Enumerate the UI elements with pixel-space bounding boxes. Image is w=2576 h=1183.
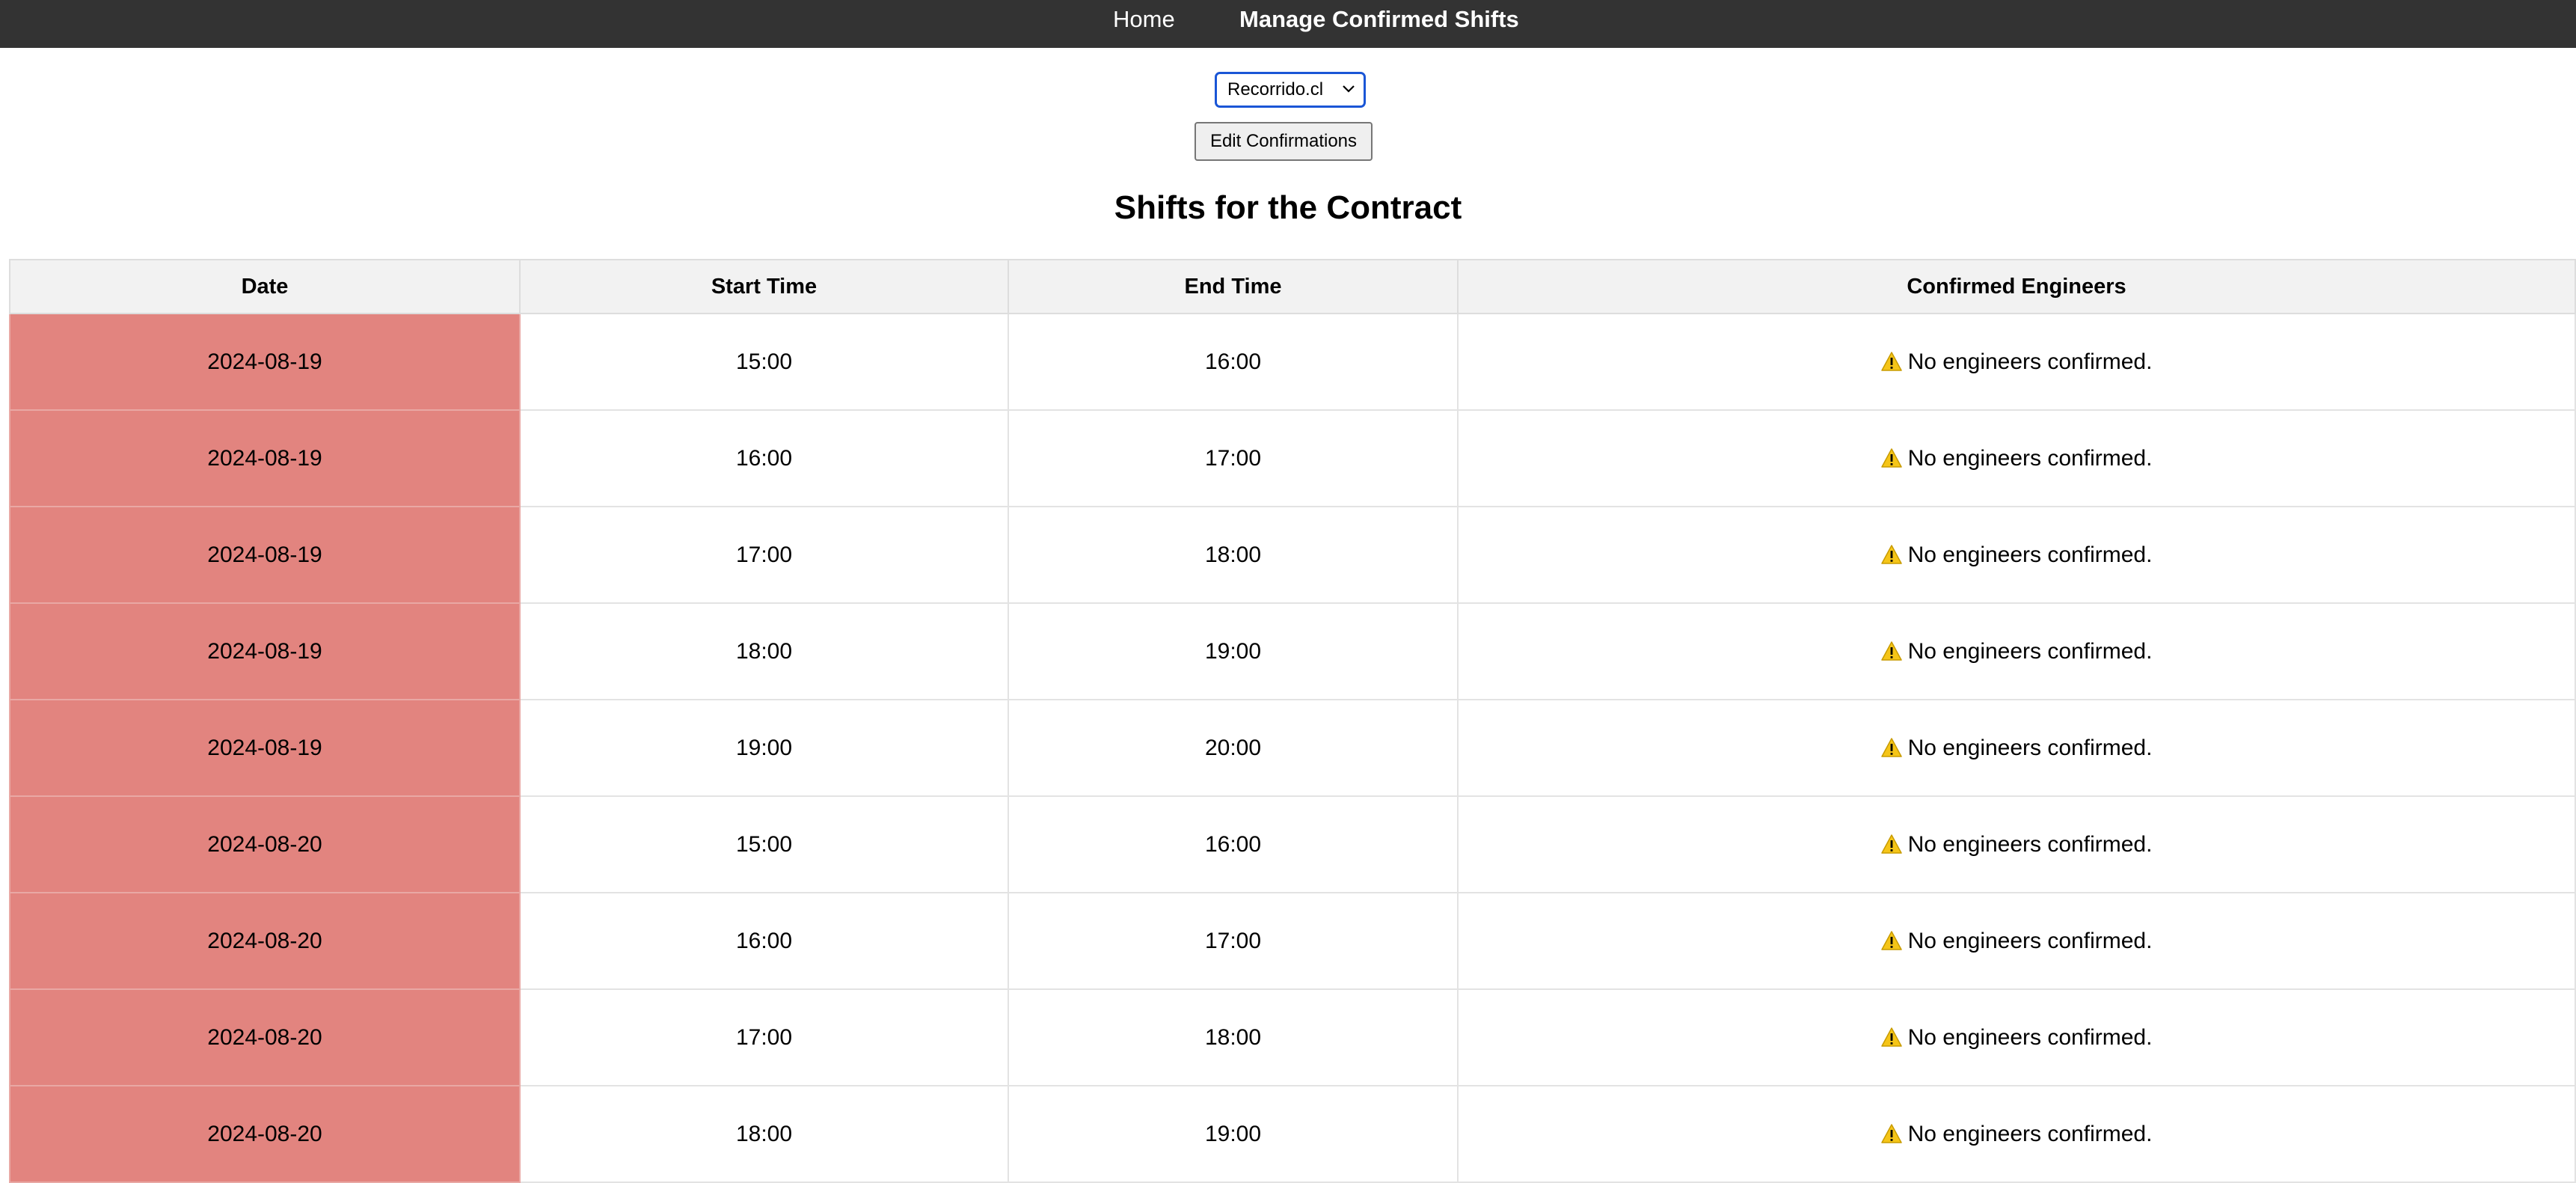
date-cell: 2024-08-20 [9,795,521,893]
confirmed-engineers-cell: No engineers confirmed. [1457,409,2576,507]
start-time-cell: 18:00 [519,1085,1009,1183]
table-row: 2024-08-19 19:00 20:00 No engineers confirm… [9,699,2576,797]
end-time-cell: 16:00 [1008,795,1459,893]
engineers-status-text: No engineers confirmed. [1907,638,2153,664]
nav-link-home[interactable]: Home [1113,0,1175,39]
start-time-cell: 16:00 [519,409,1009,507]
date-cell: 2024-08-19 [9,313,521,411]
end-time-cell: 20:00 [1008,699,1459,797]
warning-icon [1880,1027,1902,1047]
warning-icon [1880,351,1902,371]
confirmed-engineers-cell: No engineers confirmed. [1457,313,2576,411]
end-time-cell: 18:00 [1008,506,1459,604]
date-cell: 2024-08-19 [9,602,521,700]
table-row: 2024-08-19 16:00 17:00 No engineers confirm… [9,409,2576,507]
top-navbar: Home Manage Confirmed Shifts [0,0,2576,48]
page-title: Shifts for the Contract [1114,189,1462,226]
table-row: 2024-08-19 18:00 19:00 No engineers confirm… [9,602,2576,700]
engineers-status-text: No engineers confirmed. [1907,349,2153,374]
start-time-cell: 18:00 [519,602,1009,700]
confirmed-engineers-cell: No engineers confirmed. [1457,1085,2576,1183]
date-cell: 2024-08-20 [9,988,521,1086]
table-row: 2024-08-19 17:00 18:00 No engineers confirm… [9,506,2576,604]
end-time-cell: 19:00 [1008,602,1459,700]
start-time-cell: 17:00 [519,506,1009,604]
warning-icon [1880,930,1902,950]
end-time-cell: 17:00 [1008,409,1459,507]
end-time-cell: 16:00 [1008,313,1459,411]
engineers-status-text: No engineers confirmed. [1907,735,2153,760]
end-time-cell: 17:00 [1008,892,1459,990]
date-cell: 2024-08-19 [9,699,521,797]
end-time-cell: 19:00 [1008,1085,1459,1183]
confirmed-engineers-cell: No engineers confirmed. [1457,506,2576,604]
chevron-down-icon [1343,85,1355,93]
confirmed-engineers-cell: No engineers confirmed. [1457,602,2576,700]
start-time-cell: 17:00 [519,988,1009,1086]
contract-select-value: Recorrido.cl [1227,79,1324,100]
confirmed-engineers-cell: No engineers confirmed. [1457,795,2576,893]
engineers-status-text: No engineers confirmed. [1907,542,2153,567]
start-time-cell: 16:00 [519,892,1009,990]
confirmed-engineers-cell: No engineers confirmed. [1457,988,2576,1086]
column-header-end-time: End Time [1008,259,1459,314]
table-row: 2024-08-19 15:00 16:00 No engineers confirm… [9,313,2576,411]
warning-icon [1880,447,1902,468]
engineers-status-text: No engineers confirmed. [1907,831,2153,857]
start-time-cell: 15:00 [519,795,1009,893]
confirmed-engineers-cell: No engineers confirmed. [1457,892,2576,990]
table-row: 2024-08-20 16:00 17:00 No engineers confirm… [9,892,2576,990]
table-row: 2024-08-20 17:00 18:00 No engineers confirm… [9,988,2576,1086]
shifts-table: Date Start Time End Time Confirmed Engin… [9,259,2576,1183]
warning-icon [1880,737,1902,757]
warning-icon [1880,641,1902,661]
start-time-cell: 15:00 [519,313,1009,411]
date-cell: 2024-08-20 [9,892,521,990]
date-cell: 2024-08-19 [9,409,521,507]
table-header-row: Date Start Time End Time Confirmed Engin… [9,259,2576,314]
start-time-cell: 19:00 [519,699,1009,797]
column-header-start-time: Start Time [519,259,1009,314]
end-time-cell: 18:00 [1008,988,1459,1086]
confirmed-engineers-cell: No engineers confirmed. [1457,699,2576,797]
table-row: 2024-08-20 18:00 19:00 No engineers confirm… [9,1085,2576,1183]
engineers-status-text: No engineers confirmed. [1907,928,2153,953]
engineers-status-text: No engineers confirmed. [1907,1024,2153,1050]
edit-confirmations-button[interactable]: Edit Confirmations [1195,122,1373,161]
date-cell: 2024-08-20 [9,1085,521,1183]
contract-select[interactable]: Recorrido.cl [1215,72,1366,108]
warning-icon [1880,544,1902,564]
table-row: 2024-08-20 15:00 16:00 No engineers confirm… [9,795,2576,893]
warning-icon [1880,834,1902,854]
engineers-status-text: No engineers confirmed. [1907,445,2153,471]
engineers-status-text: No engineers confirmed. [1907,1121,2153,1146]
nav-link-manage-confirmed-shifts[interactable]: Manage Confirmed Shifts [1239,0,1519,39]
column-header-confirmed-engineers: Confirmed Engineers [1457,259,2576,314]
column-header-date: Date [9,259,521,314]
warning-icon [1880,1123,1902,1143]
date-cell: 2024-08-19 [9,506,521,604]
